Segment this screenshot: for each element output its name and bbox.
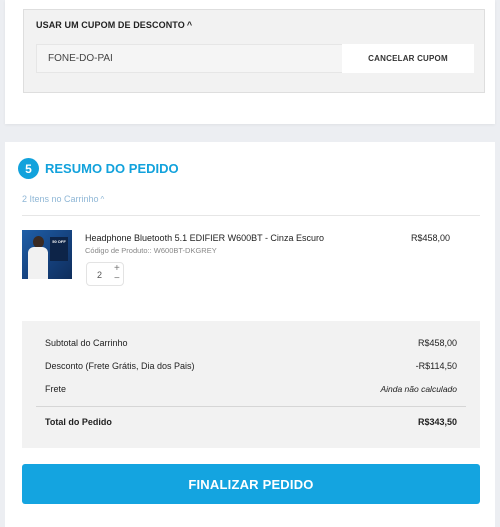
- shipping-value: Ainda não calculado: [380, 384, 457, 394]
- subtotal-label: Subtotal do Carrinho: [45, 338, 128, 348]
- total-value: R$343,50: [417, 417, 457, 427]
- subtotal-value: R$458,00: [417, 338, 457, 348]
- shipping-row: Frete Ainda não calculado: [45, 384, 457, 394]
- shipping-label: Frete: [45, 384, 67, 394]
- product-price: R$458,00: [411, 233, 451, 243]
- discount-row: Desconto (Frete Grátis, Dia dos Pais) -R…: [45, 361, 457, 371]
- discount-label: Desconto (Frete Grátis, Dia dos Pais): [45, 361, 195, 371]
- coupon-input[interactable]: [36, 44, 343, 73]
- product-image: 50 OFF: [22, 230, 72, 279]
- coupon-card: USAR UM CUPOM DE DESCONTO^ CANCELAR CUPO…: [5, 0, 495, 124]
- totals-box: Subtotal do Carrinho R$458,00 Desconto (…: [22, 321, 480, 448]
- minus-icon[interactable]: −: [114, 274, 120, 284]
- cart-items-toggle[interactable]: 2 Itens no Carrinho ^: [22, 194, 104, 204]
- coupon-title: USAR UM CUPOM DE DESCONTO: [36, 20, 185, 30]
- order-summary-card: 5 RESUMO DO PEDIDO 2 Itens no Carrinho ^ …: [5, 142, 495, 527]
- quantity-stepper[interactable]: 2 + −: [86, 262, 124, 286]
- product-image-badge: 50 OFF: [50, 237, 68, 261]
- cancel-coupon-button[interactable]: CANCELAR CUPOM: [342, 44, 474, 73]
- discount-value: -R$114,50: [415, 361, 457, 371]
- finalize-order-button[interactable]: FINALIZAR PEDIDO: [22, 464, 480, 504]
- quantity-value[interactable]: 2: [97, 270, 102, 280]
- total-label: Total do Pedido: [45, 417, 112, 427]
- coupon-box: USAR UM CUPOM DE DESCONTO^ CANCELAR CUPO…: [23, 9, 485, 93]
- total-row: Total do Pedido R$343,50: [45, 417, 457, 427]
- divider: [36, 406, 466, 407]
- divider: [22, 215, 480, 216]
- subtotal-row: Subtotal do Carrinho R$458,00: [45, 338, 457, 348]
- coupon-toggle[interactable]: USAR UM CUPOM DE DESCONTO ^: [36, 20, 192, 30]
- product-code: Código de Produto:: W600BT-DKGREY: [85, 246, 217, 255]
- chevron-up-icon: ^: [186, 20, 193, 30]
- product-name: Headphone Bluetooth 5.1 EDIFIER W600BT -…: [85, 233, 324, 243]
- chevron-up-icon: ^: [100, 195, 105, 204]
- step-number-badge: 5: [18, 158, 39, 179]
- product-image-person: [27, 236, 49, 279]
- cart-items-label: 2 Itens no Carrinho: [22, 194, 99, 204]
- section-title: RESUMO DO PEDIDO: [45, 161, 179, 176]
